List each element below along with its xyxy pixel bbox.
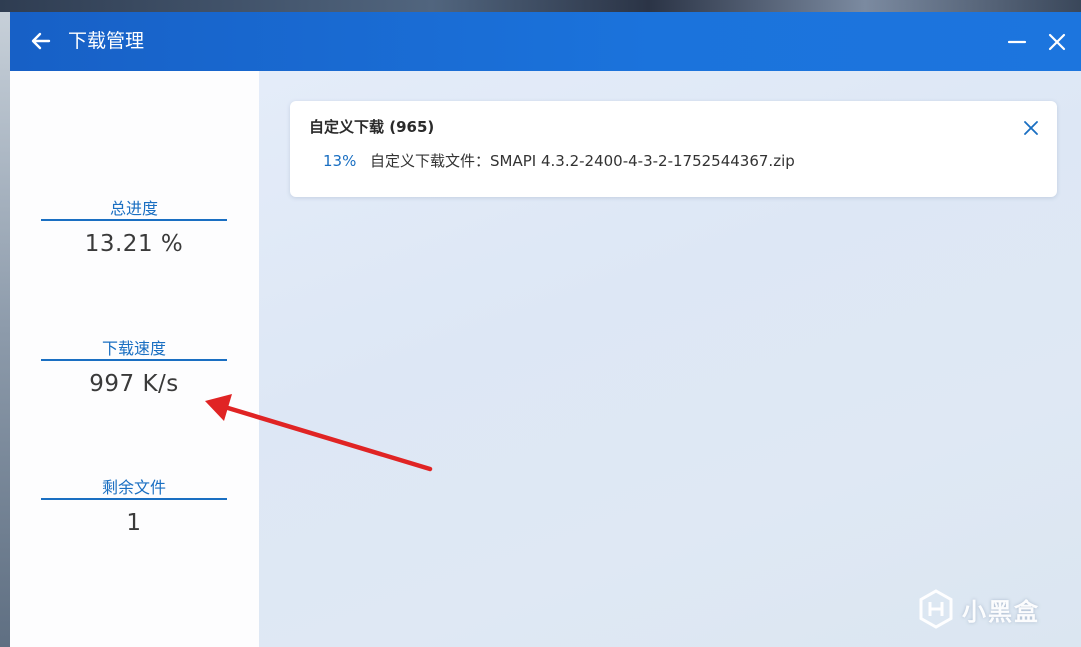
download-speed-label: 下载速度: [41, 337, 227, 361]
remaining-files-stat: 剩余文件 1: [41, 476, 227, 538]
total-progress-stat: 总进度 13.21 %: [41, 197, 227, 259]
file-name: 自定义下载文件：SMAPI 4.3.2-2400-4-3-2-175254436…: [370, 152, 795, 170]
download-speed-stat: 下载速度 997 K/s: [41, 337, 227, 399]
download-manager-window: 下载管理 总进度 13.21 % 下载速度 997 K/s 剩余文件 1 自定义…: [10, 12, 1081, 647]
total-progress-label: 总进度: [41, 197, 227, 221]
download-file-row: 13% 自定义下载文件：SMAPI 4.3.2-2400-4-3-2-175254…: [323, 151, 795, 171]
heybox-logo-icon: [919, 589, 953, 629]
remaining-files-value: 1: [126, 510, 142, 536]
close-icon: [1024, 121, 1038, 135]
stats-sidebar: 总进度 13.21 % 下载速度 997 K/s 剩余文件 1: [10, 71, 259, 647]
cancel-task-button[interactable]: [1019, 116, 1043, 140]
file-progress-percent: 13%: [323, 152, 357, 170]
minimize-icon: [1007, 40, 1027, 44]
total-progress-value: 13.21 %: [84, 231, 184, 257]
download-list-area: 自定义下载 (965) 13% 自定义下载文件：SMAPI 4.3.2-2400-…: [259, 71, 1081, 647]
remaining-files-label: 剩余文件: [41, 476, 227, 500]
window-title: 下载管理: [68, 30, 145, 52]
task-title: 自定义下载 (965): [309, 118, 435, 136]
arrow-left-icon: [31, 32, 51, 50]
back-button[interactable]: [28, 28, 54, 54]
desktop-background: [0, 0, 1081, 12]
title-bar: 下载管理: [10, 12, 1081, 71]
close-window-button[interactable]: [1043, 28, 1071, 56]
watermark-text: 小黑盒: [962, 597, 1040, 626]
download-speed-value: 997 K/s: [89, 371, 179, 397]
minimize-button[interactable]: [1003, 28, 1031, 56]
download-task-card: 自定义下载 (965) 13% 自定义下载文件：SMAPI 4.3.2-2400-…: [290, 101, 1057, 197]
close-icon: [1048, 33, 1066, 51]
watermark: 小黑盒: [918, 588, 1040, 630]
desktop-background-left: [0, 12, 10, 647]
